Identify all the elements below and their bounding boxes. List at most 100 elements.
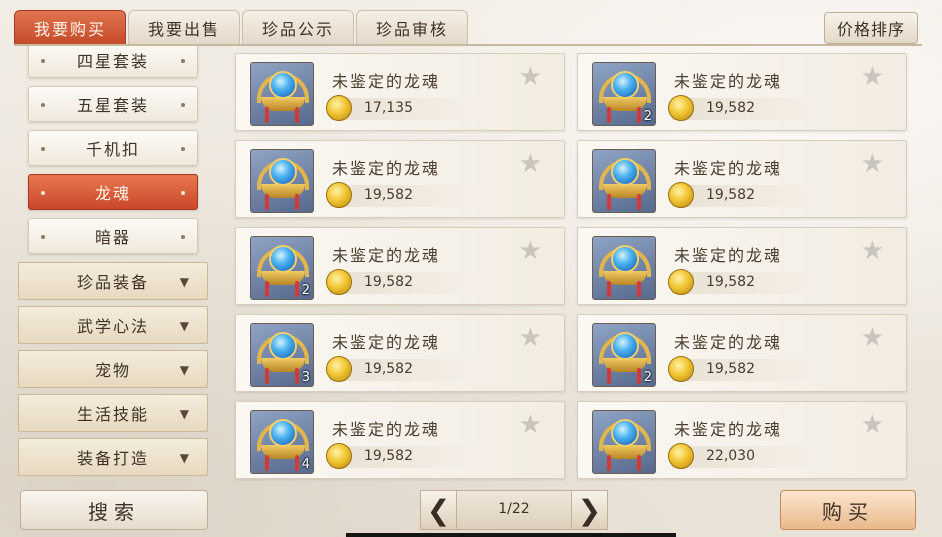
item-price: 19,582 bbox=[364, 274, 413, 290]
item-name: 未鉴定的龙魂 bbox=[332, 420, 441, 439]
sidebar-category-label: 宠物 bbox=[94, 361, 131, 380]
coin-icon bbox=[668, 443, 694, 469]
next-page-button[interactable]: ❯ bbox=[571, 491, 607, 529]
sidebar-category-treasure-gear[interactable]: 珍品装备 ▼ bbox=[18, 262, 208, 300]
item-card[interactable]: 2 未鉴定的龙魂 19,582 ★ bbox=[577, 53, 907, 131]
coin-icon bbox=[326, 95, 352, 121]
buy-button[interactable]: 购买 bbox=[780, 490, 916, 530]
favorite-star-icon[interactable]: ★ bbox=[861, 64, 884, 90]
sidebar-item-5star-set[interactable]: 五星套装 bbox=[28, 86, 198, 122]
favorite-star-icon[interactable]: ★ bbox=[861, 412, 884, 438]
tassel bbox=[637, 368, 641, 384]
triangle-down-icon: ▼ bbox=[179, 319, 191, 333]
sidebar-category-life-skills[interactable]: 生活技能 ▼ bbox=[18, 394, 208, 432]
chevron-left-icon: ❮ bbox=[426, 493, 451, 527]
blue-orb bbox=[611, 419, 639, 447]
category-sidebar[interactable]: 四星套装 五星套装 千机扣 龙魂 暗器 珍品装备 ▼ 武学心法 ▼ 宠物 ▼ 生… bbox=[18, 46, 210, 478]
item-card[interactable]: 3 未鉴定的龙魂 19,582 ★ bbox=[235, 314, 565, 392]
sidebar-category-equipment-craft[interactable]: 装备打造 ▼ bbox=[18, 438, 208, 476]
item-count: 4 bbox=[301, 457, 310, 472]
item-price: 19,582 bbox=[364, 361, 413, 377]
item-name: 未鉴定的龙魂 bbox=[332, 333, 441, 352]
dragon-soul-item-icon: 2 bbox=[592, 323, 656, 387]
tassel bbox=[607, 194, 611, 210]
sidebar-item-4star-set[interactable]: 四星套装 bbox=[28, 46, 198, 78]
item-card[interactable]: 未鉴定的龙魂 19,582 ★ bbox=[577, 140, 907, 218]
tab-treasure-review[interactable]: 珍品审核 bbox=[356, 10, 468, 44]
prev-page-button[interactable]: ❮ bbox=[421, 491, 457, 529]
dot-icon bbox=[41, 191, 45, 195]
sidebar-item-label: 暗器 bbox=[94, 228, 131, 247]
tassel bbox=[607, 368, 611, 384]
chevron-right-icon: ❯ bbox=[577, 493, 602, 527]
tassel bbox=[295, 107, 299, 123]
item-card[interactable]: 未鉴定的龙魂 22,030 ★ bbox=[577, 401, 907, 479]
tab-treasure-public[interactable]: 珍品公示 bbox=[242, 10, 354, 44]
tassel bbox=[637, 455, 641, 471]
favorite-star-icon[interactable]: ★ bbox=[519, 412, 542, 438]
blue-orb bbox=[611, 332, 639, 360]
price-bar: 19,582 bbox=[668, 95, 822, 121]
sidebar-category-label: 武学心法 bbox=[76, 317, 149, 336]
coin-icon bbox=[326, 356, 352, 382]
sidebar-category-martial-arts[interactable]: 武学心法 ▼ bbox=[18, 306, 208, 344]
price-bar: 22,030 bbox=[668, 443, 822, 469]
coin-icon bbox=[668, 182, 694, 208]
item-card[interactable]: 未鉴定的龙魂 19,582 ★ bbox=[577, 227, 907, 305]
coin-icon bbox=[668, 269, 694, 295]
favorite-star-icon[interactable]: ★ bbox=[519, 64, 542, 90]
item-name: 未鉴定的龙魂 bbox=[674, 159, 783, 178]
blue-orb bbox=[611, 158, 639, 186]
tassel bbox=[637, 281, 641, 297]
item-count: 2 bbox=[643, 109, 652, 124]
item-name: 未鉴定的龙魂 bbox=[332, 159, 441, 178]
sidebar-item-label: 千机扣 bbox=[85, 140, 140, 159]
coin-icon bbox=[326, 443, 352, 469]
tab-buy[interactable]: 我要购买 bbox=[14, 10, 126, 44]
item-price: 19,582 bbox=[706, 274, 755, 290]
sidebar-item-longhun[interactable]: 龙魂 bbox=[28, 174, 198, 210]
item-name: 未鉴定的龙魂 bbox=[674, 72, 783, 91]
item-price: 19,582 bbox=[706, 361, 755, 377]
sidebar-category-label: 珍品装备 bbox=[76, 273, 149, 292]
price-bar: 19,582 bbox=[326, 182, 480, 208]
item-price: 19,582 bbox=[706, 100, 755, 116]
item-count: 2 bbox=[643, 370, 652, 385]
item-price: 17,135 bbox=[364, 100, 413, 116]
favorite-star-icon[interactable]: ★ bbox=[519, 325, 542, 351]
favorite-star-icon[interactable]: ★ bbox=[519, 151, 542, 177]
sidebar-item-anqi[interactable]: 暗器 bbox=[28, 218, 198, 254]
favorite-star-icon[interactable]: ★ bbox=[861, 151, 884, 177]
item-card[interactable]: 未鉴定的龙魂 19,582 ★ bbox=[235, 140, 565, 218]
favorite-star-icon[interactable]: ★ bbox=[861, 238, 884, 264]
favorite-star-icon[interactable]: ★ bbox=[861, 325, 884, 351]
dot-icon bbox=[181, 59, 185, 63]
sidebar-item-label: 四星套装 bbox=[76, 52, 149, 71]
item-count: 2 bbox=[301, 283, 310, 298]
sidebar-category-pets[interactable]: 宠物 ▼ bbox=[18, 350, 208, 388]
tassel bbox=[265, 107, 269, 123]
page-indicator: 1/22 bbox=[498, 501, 530, 517]
item-card[interactable]: 2 未鉴定的龙魂 19,582 ★ bbox=[235, 227, 565, 305]
dragon-soul-item-icon: 3 bbox=[250, 323, 314, 387]
tassel bbox=[295, 455, 299, 471]
tassel bbox=[265, 455, 269, 471]
item-price: 19,582 bbox=[364, 187, 413, 203]
price-bar: 17,135 bbox=[326, 95, 480, 121]
tassel bbox=[637, 107, 641, 123]
tab-bar: 我要购买 我要出售 珍品公示 珍品审核 bbox=[14, 10, 470, 46]
dragon-soul-item-icon: 4 bbox=[250, 410, 314, 474]
sort-by-price-button[interactable]: 价格排序 bbox=[824, 12, 918, 44]
search-button[interactable]: 搜索 bbox=[20, 490, 208, 530]
tab-sell[interactable]: 我要出售 bbox=[128, 10, 240, 44]
sidebar-item-label: 五星套装 bbox=[76, 96, 149, 115]
favorite-star-icon[interactable]: ★ bbox=[519, 238, 542, 264]
item-card[interactable]: 2 未鉴定的龙魂 19,582 ★ bbox=[577, 314, 907, 392]
item-card[interactable]: 未鉴定的龙魂 17,135 ★ bbox=[235, 53, 565, 131]
blue-orb bbox=[269, 419, 297, 447]
price-bar: 19,582 bbox=[668, 356, 822, 382]
price-bar: 19,582 bbox=[326, 443, 480, 469]
tassel bbox=[265, 368, 269, 384]
item-card[interactable]: 4 未鉴定的龙魂 19,582 ★ bbox=[235, 401, 565, 479]
sidebar-item-qianjikou[interactable]: 千机扣 bbox=[28, 130, 198, 166]
